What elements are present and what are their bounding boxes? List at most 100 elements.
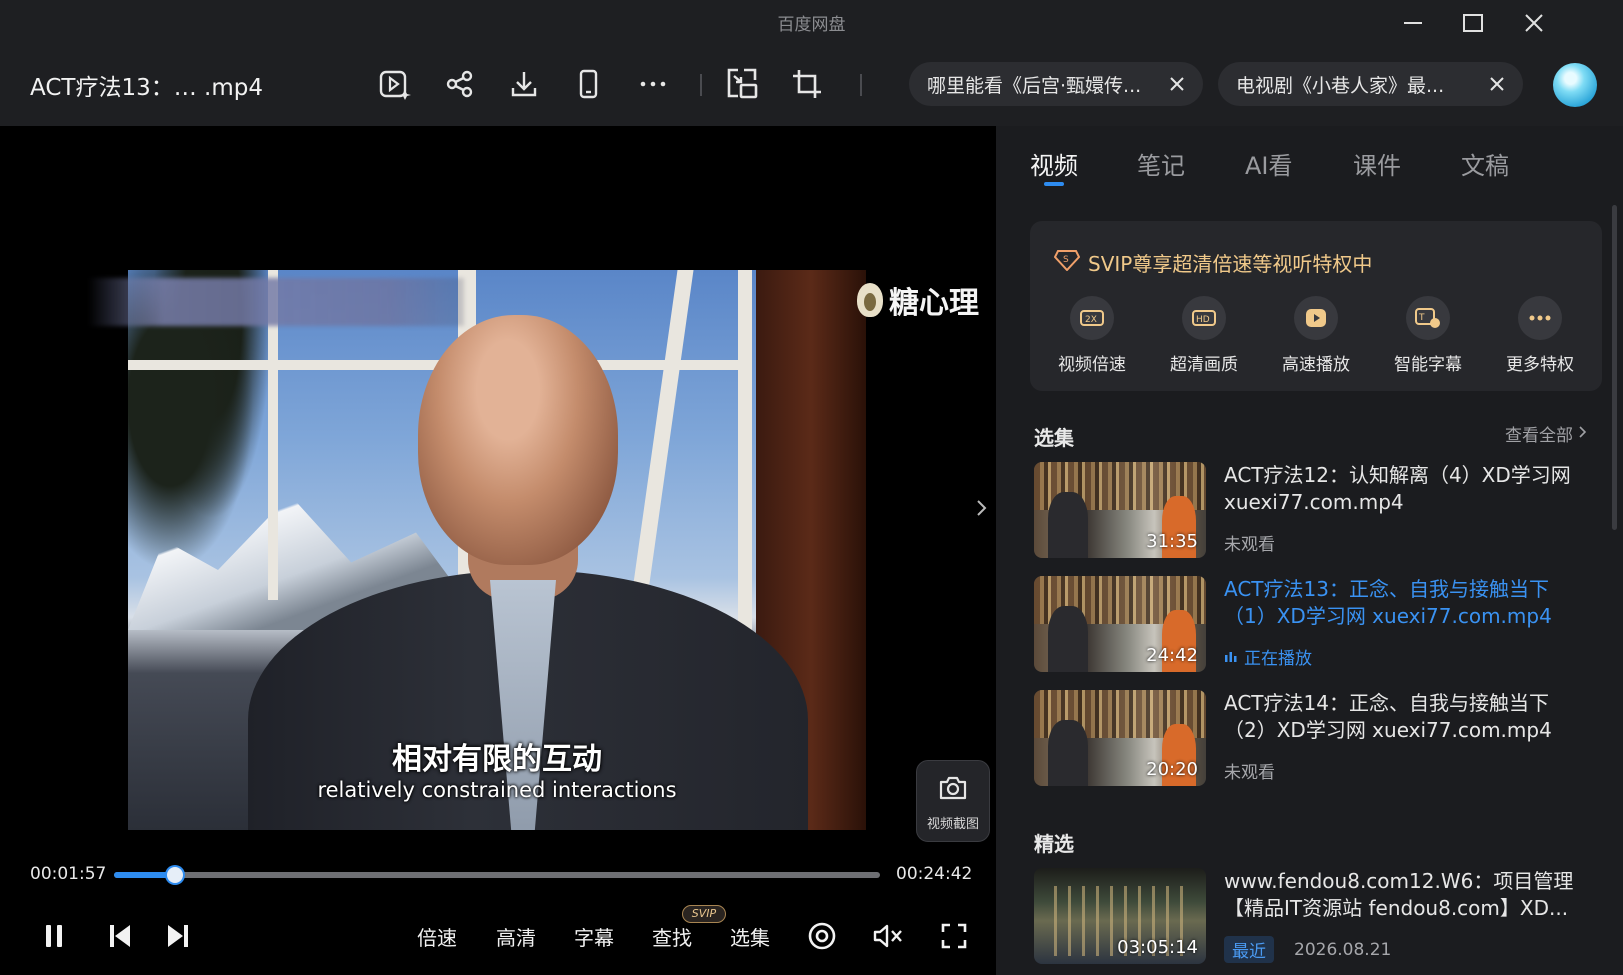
ai-subtitle-icon: T (1406, 296, 1450, 340)
episode-duration: 20:20 (1146, 759, 1198, 780)
episode-title: ACT疗法14：正念、自我与接触当下（2）XD学习网 xuexi77.com.m… (1224, 691, 1552, 742)
toolbar-divider (700, 74, 702, 96)
episode-status-text: 正在播放 (1244, 649, 1312, 669)
chevron-right-icon (1577, 424, 1587, 444)
brand-watermark-text: 糖心理 (889, 286, 979, 321)
tab-courseware[interactable]: 课件 (1353, 146, 1401, 181)
pick-date: 2026.08.21 (1294, 939, 1392, 960)
previous-icon[interactable] (102, 918, 138, 954)
episode-title: ACT疗法13：正念、自我与接触当下（1）XD学习网 xuexi77.com.m… (1224, 577, 1552, 628)
progress-thumb[interactable] (166, 867, 183, 883)
speed-button[interactable]: 倍速 (417, 922, 457, 951)
brand-watermark: 糖心理 (857, 278, 979, 322)
hd-icon: HD (1182, 296, 1226, 340)
fast-play-icon (1294, 296, 1338, 340)
share-icon[interactable] (438, 62, 482, 106)
camera-icon (938, 775, 968, 805)
episode-status: 未观看 (1224, 758, 1275, 783)
subtitle-chinese: 相对有限的互动 (392, 742, 602, 777)
next-icon[interactable] (160, 918, 196, 954)
episode-thumbnail: 20:20 (1034, 690, 1206, 786)
svip-badge: SVIP (682, 905, 726, 923)
episode-status: 正在播放 (1224, 644, 1312, 669)
episode-title: ACT疗法12：认知解离（4）XD学习网 xuexi77.com.mp4 (1224, 463, 1571, 514)
episode-duration: 24:42 (1146, 645, 1198, 666)
pick-item[interactable]: 03:05:14 www.fendou8.com12.W6：项目管理【精品IT资… (1034, 868, 1594, 964)
perk-fast-play[interactable]: 高速播放 (1266, 296, 1366, 375)
window-title: 百度网盘 (777, 15, 846, 35)
progress-fill (114, 872, 175, 878)
mute-icon[interactable] (870, 918, 906, 954)
episode-status: 未观看 (1224, 530, 1275, 555)
settings-icon[interactable] (804, 918, 840, 954)
episodes-section-title: 选集 (1034, 426, 1074, 450)
picks-section-title: 精选 (1034, 832, 1074, 856)
side-panel-scrollbar[interactable] (1612, 205, 1617, 530)
file-title: ACT疗法13：… .mp4 (30, 75, 263, 101)
view-all-label: 查看全部 (1505, 426, 1573, 446)
video-screenshot-button[interactable]: 视频截图 (916, 760, 990, 842)
episodes-button[interactable]: 选集 (730, 922, 770, 951)
perk-ultra-hd[interactable]: HD 超清画质 (1154, 296, 1254, 375)
download-icon[interactable] (502, 62, 546, 106)
progress-bar[interactable] (114, 867, 880, 883)
perk-label: 更多特权 (1506, 355, 1574, 375)
open-tab[interactable]: 电视剧《小巷人家》最... (1218, 62, 1523, 106)
video-screenshot-label: 视频截图 (926, 817, 979, 832)
crop-icon[interactable] (785, 62, 829, 106)
blurred-watermark (88, 278, 464, 326)
video-scene-person (418, 315, 618, 565)
expand-panel-arrow-icon[interactable] (972, 496, 992, 520)
svg-text:HD: HD (1196, 315, 1210, 325)
svg-text:T: T (1418, 313, 1425, 323)
pick-title: www.fendou8.com12.W6：项目管理【精品IT资源站 fendou… (1224, 869, 1574, 920)
tab-transcript[interactable]: 文稿 (1461, 146, 1509, 181)
open-tab-label: 电视剧《小巷人家》最... (1236, 74, 1445, 97)
quality-button[interactable]: 高清 (496, 922, 536, 951)
pick-meta: 最近 2026.08.21 (1224, 936, 1391, 963)
subtitles-button[interactable]: 字幕 (574, 922, 614, 951)
episode-item[interactable]: 31:35 ACT疗法12：认知解离（4）XD学习网 xuexi77.com.m… (1034, 462, 1594, 558)
episode-duration: 31:35 (1146, 531, 1198, 552)
perk-label: 智能字幕 (1394, 355, 1462, 375)
close-tab-icon[interactable] (1487, 74, 1507, 94)
close-tab-icon[interactable] (1167, 74, 1187, 94)
tab-video[interactable]: 视频 (1030, 146, 1078, 181)
pick-duration: 03:05:14 (1117, 937, 1198, 958)
pause-icon[interactable] (36, 918, 72, 954)
play-list-icon[interactable] (373, 62, 417, 106)
brand-logo-icon (857, 283, 883, 317)
avatar[interactable] (1553, 63, 1597, 107)
close-window-button[interactable] (1514, 6, 1554, 40)
episode-item[interactable]: 20:20 ACT疗法14：正念、自我与接触当下（2）XD学习网 xuexi77… (1034, 690, 1594, 786)
more-icon[interactable] (631, 62, 675, 106)
open-tab[interactable]: 哪里能看《后宫·甄嬛传... (909, 62, 1203, 106)
title-bar: 百度网盘 ACT疗法13：… .mp4 哪里能看《后宫·甄嬛传... 电视剧《小… (0, 0, 1623, 126)
svip-title-text: SVIP尊享超清倍速等视听特权中 (1088, 252, 1373, 276)
svip-diamond-icon: S (1053, 249, 1081, 276)
tab-notes[interactable]: 笔记 (1137, 146, 1185, 181)
current-time: 00:01:57 (30, 864, 107, 884)
fullscreen-icon[interactable] (936, 918, 972, 954)
more-icon (1518, 296, 1562, 340)
perk-ai-subtitles[interactable]: T 智能字幕 (1378, 296, 1478, 375)
total-time: 00:24:42 (896, 864, 973, 884)
find-button[interactable]: 查找 (652, 922, 692, 951)
episode-item-current[interactable]: 24:42 ACT疗法13：正念、自我与接触当下（1）XD学习网 xuexi77… (1034, 576, 1594, 672)
speed-2x-icon: 2X (1070, 296, 1114, 340)
episode-status-text: 未观看 (1224, 535, 1275, 555)
perk-more[interactable]: 更多特权 (1490, 296, 1590, 375)
minimize-button[interactable] (1393, 6, 1433, 40)
picture-in-picture-icon[interactable] (720, 62, 764, 106)
perk-label: 视频倍速 (1058, 355, 1126, 375)
open-tab-label: 哪里能看《后宫·甄嬛传... (927, 74, 1142, 97)
episode-thumbnail: 31:35 (1034, 462, 1206, 558)
perk-video-speed[interactable]: 2X 视频倍速 (1042, 296, 1142, 375)
perk-label: 高速播放 (1282, 355, 1350, 375)
pick-thumbnail: 03:05:14 (1034, 868, 1206, 964)
tab-ai[interactable]: AI看 (1245, 146, 1293, 181)
perk-label: 超清画质 (1170, 355, 1238, 375)
view-all-link[interactable]: 查看全部 (1505, 421, 1587, 446)
maximize-button[interactable] (1453, 6, 1493, 40)
phone-icon[interactable] (566, 62, 610, 106)
